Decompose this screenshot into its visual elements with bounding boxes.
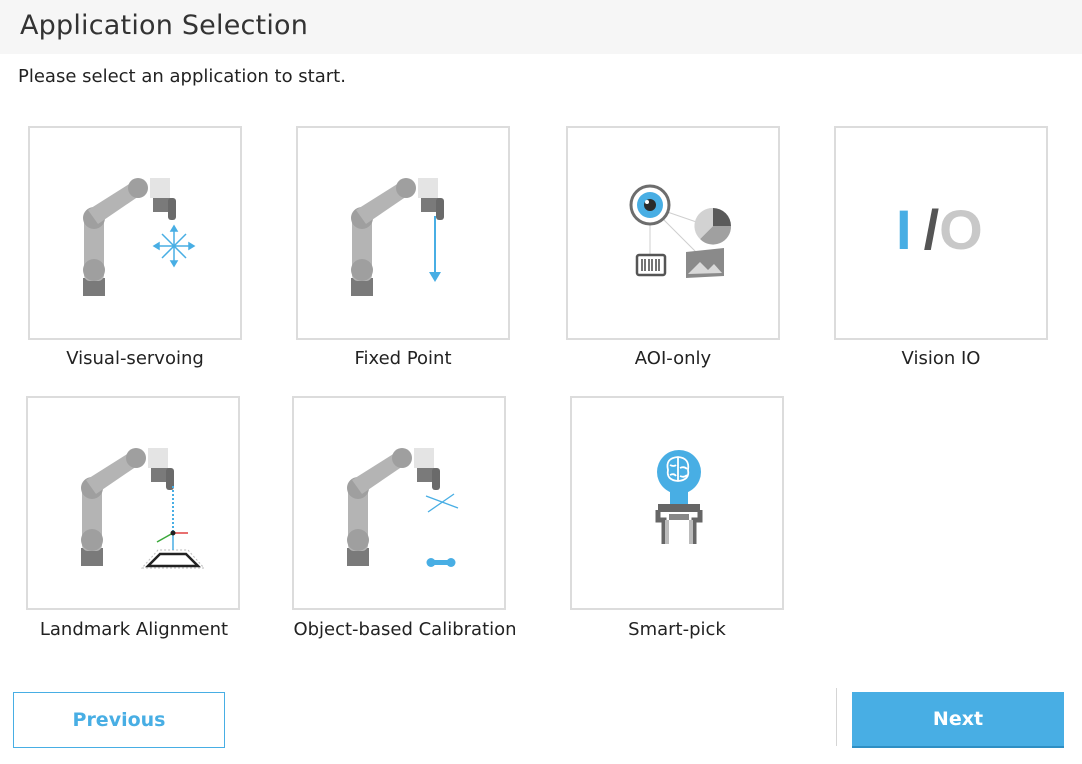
visual-servoing-icon xyxy=(83,178,196,296)
smart-pick-icon xyxy=(655,450,703,544)
io-o-glyph: O xyxy=(939,198,983,261)
aoi-only-icon xyxy=(629,184,732,278)
tile-object-based-calibration[interactable] xyxy=(292,396,506,610)
instructions-text: Please select an application to start. xyxy=(18,66,346,87)
tile-visual-servoing[interactable] xyxy=(28,126,242,340)
previous-button[interactable]: Previous xyxy=(13,692,225,748)
tile-label-vision-io: Vision IO xyxy=(901,348,981,369)
landmark-alignment-icon xyxy=(81,448,206,569)
object-based-calibration-icon xyxy=(347,448,459,567)
tile-label-object-based-calibration: Object-based Calibration xyxy=(293,619,517,640)
vision-io-icon: I/O xyxy=(896,202,983,258)
footer-divider xyxy=(836,688,837,746)
io-slash-glyph: / xyxy=(923,198,940,261)
io-i-glyph: I xyxy=(896,198,912,261)
tile-label-visual-servoing: Visual-servoing xyxy=(66,348,204,369)
page-title: Application Selection xyxy=(20,10,309,41)
fixed-point-icon xyxy=(351,178,444,296)
tile-aoi-only[interactable] xyxy=(566,126,780,340)
tile-label-smart-pick: Smart-pick xyxy=(628,619,726,640)
tile-label-aoi-only: AOI-only xyxy=(634,348,712,369)
next-button[interactable]: Next xyxy=(852,692,1064,748)
page-header: Application Selection xyxy=(0,0,1082,54)
tile-fixed-point[interactable] xyxy=(296,126,510,340)
tile-smart-pick[interactable] xyxy=(570,396,784,610)
tile-landmark-alignment[interactable] xyxy=(26,396,240,610)
tile-label-fixed-point: Fixed Point xyxy=(354,348,452,369)
tile-vision-io[interactable]: I/O xyxy=(834,126,1048,340)
tile-label-landmark-alignment: Landmark Alignment xyxy=(39,619,229,640)
